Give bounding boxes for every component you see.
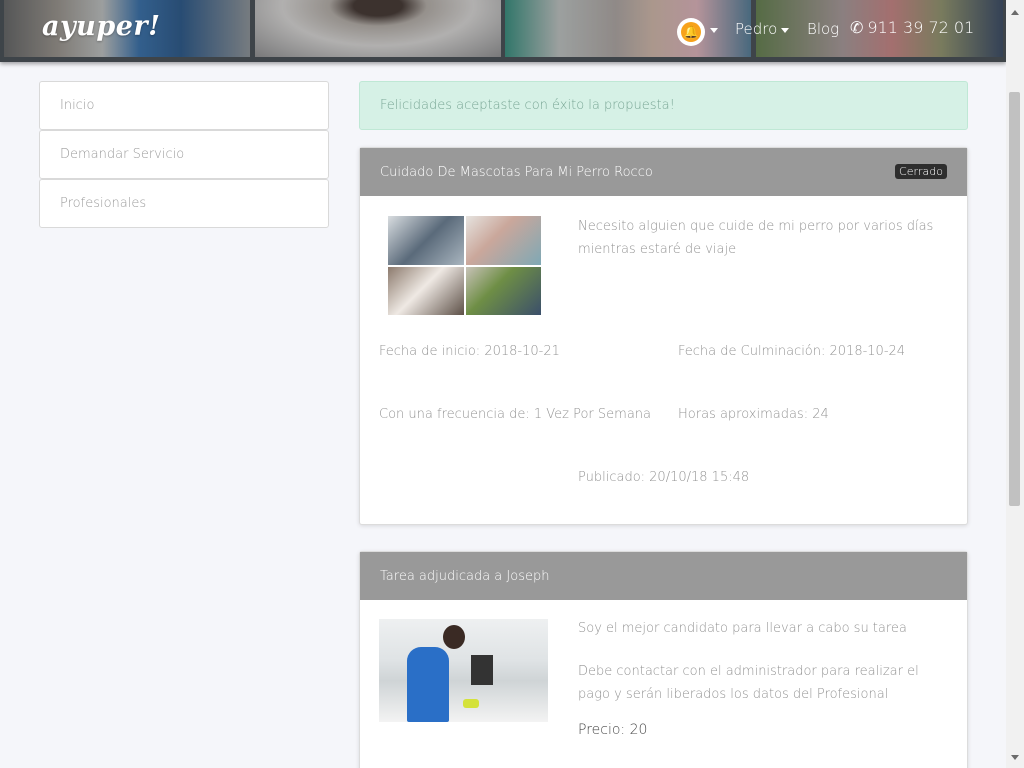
sidebar-item-label: Inicio: [60, 98, 95, 113]
assignment-pitch: Soy el mejor candidato para llevar a cab…: [578, 621, 907, 636]
chevron-down-icon[interactable]: [781, 28, 789, 33]
assignment-panel: Tarea adjudicada a Joseph Soy el mejor c…: [359, 551, 968, 768]
task-image-tile: [465, 266, 541, 315]
phone-number: 911 39 72 01: [867, 18, 975, 37]
task-title: Cuidado De Mascotas Para Mi Perro Rocco: [380, 164, 653, 180]
task-end-date: Fecha de Culminación: 2018-10-24: [678, 344, 906, 359]
task-frequency: Con una frecuencia de: 1 Vez Por Semana: [379, 407, 651, 422]
professional-photo: [379, 619, 548, 722]
assignment-panel-header: Tarea adjudicada a Joseph: [360, 552, 967, 600]
task-description: Necesito alguien que cuide de mi perro p…: [578, 219, 934, 257]
scrollbar-thumb[interactable]: [1009, 92, 1020, 506]
task-start-date: Fecha de inicio: 2018-10-21: [379, 344, 560, 359]
assignment-title: Tarea adjudicada a Joseph: [380, 568, 550, 584]
sidebar-nav: Inicio Demandar Servicio Profesionales: [39, 81, 329, 228]
phone-icon: ✆: [850, 18, 864, 37]
task-image-tile: [388, 216, 464, 265]
task-image-tile: [465, 216, 541, 265]
task-image-tile: [388, 266, 464, 315]
sidebar-item-label: Profesionales: [60, 196, 147, 211]
payment-note: Debe contactar con el administrador para…: [578, 664, 919, 702]
phone-link[interactable]: ✆ 911 39 72 01: [850, 18, 974, 37]
task-panel-header: Cuidado De Mascotas Para Mi Perro Rocco …: [360, 148, 967, 196]
task-hours: Horas aproximadas: 24: [678, 407, 829, 422]
bell-icon: 🔔: [681, 22, 701, 42]
task-panel: Cuidado De Mascotas Para Mi Perro Rocco …: [359, 147, 968, 525]
main-content: Felicidades aceptaste con éxito la propu…: [359, 81, 968, 768]
site-logo[interactable]: ayuper!: [42, 11, 160, 42]
scroll-up-icon[interactable]: [1011, 10, 1019, 15]
success-alert: Felicidades aceptaste con éxito la propu…: [359, 81, 968, 130]
page-scrollbar[interactable]: [1006, 0, 1024, 768]
status-badge: Cerrado: [895, 164, 947, 179]
scroll-down-icon[interactable]: [1011, 755, 1019, 760]
professional-photo-figure: [407, 647, 449, 722]
task-published: Publicado: 20/10/18 15:48: [578, 470, 750, 485]
task-image: [388, 216, 541, 315]
alert-message: Felicidades aceptaste con éxito la propu…: [380, 98, 675, 113]
sidebar-item-label: Demandar Servicio: [60, 147, 185, 162]
sidebar-item-inicio[interactable]: Inicio: [39, 81, 329, 130]
professional-photo-head: [443, 625, 465, 649]
professional-photo-glove: [463, 699, 479, 708]
blog-link[interactable]: Blog: [807, 20, 839, 38]
top-header: ayuper! 🔔 Pedro Blog ✆ 911 39 72 01: [0, 0, 1006, 62]
chevron-down-icon[interactable]: [710, 28, 718, 33]
notifications-button[interactable]: 🔔: [677, 18, 705, 46]
price-label: Precio: 20: [578, 722, 648, 738]
professional-photo-monitor: [471, 655, 493, 685]
sidebar-item-demandar-servicio[interactable]: Demandar Servicio: [39, 130, 329, 179]
sidebar-item-profesionales[interactable]: Profesionales: [39, 179, 329, 228]
user-menu[interactable]: Pedro: [735, 20, 777, 38]
